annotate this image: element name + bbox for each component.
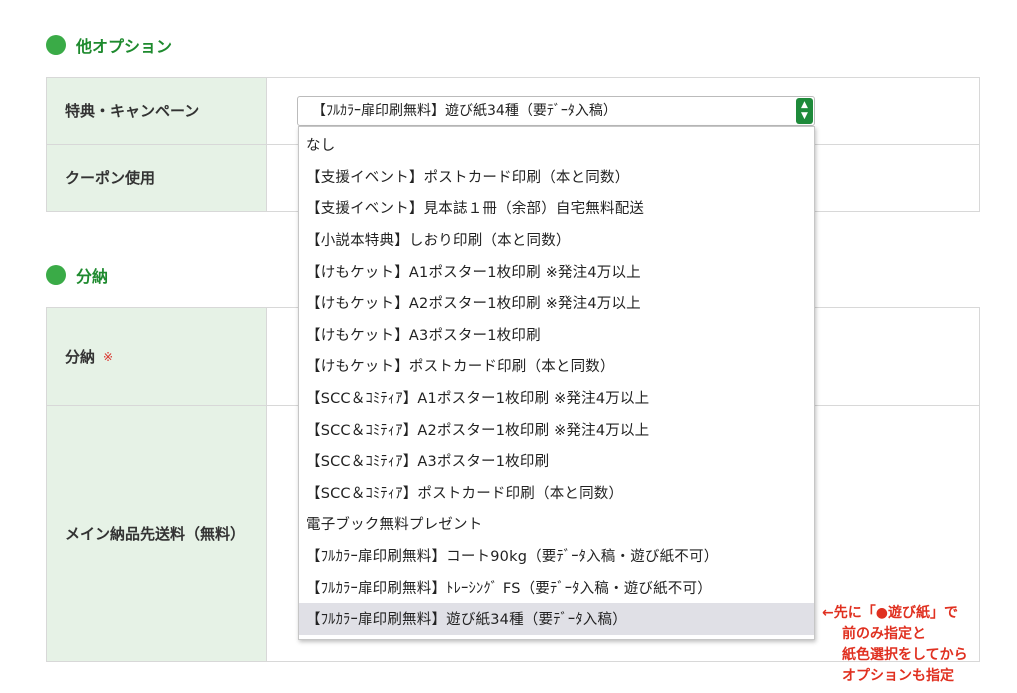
dropdown-option[interactable]: 【SCC＆ｺﾐﾃｨｱ】A2ポスター1枚印刷 ※発注4万以上 [299, 413, 814, 445]
dropdown-option[interactable]: 【けもケット】A2ポスター1枚印刷 ※発注4万以上 [299, 287, 814, 319]
campaign-select[interactable]: 【ﾌﾙｶﾗｰ扉印刷無料】遊び紙34種（要ﾃﾞｰﾀ入稿） ▲ ▼ [297, 96, 815, 126]
installment-label-text: 分納 [65, 347, 96, 366]
dropdown-option[interactable]: 電子ブック無料プレゼント [299, 508, 814, 540]
chevron-up-down-icon[interactable]: ▲ ▼ [796, 98, 813, 124]
dropdown-option[interactable]: 【支援イベント】見本誌１冊（余部）自宅無料配送 [299, 192, 814, 224]
required-mark: ※ [103, 349, 114, 364]
dropdown-option[interactable]: 【SCC＆ｺﾐﾃｨｱ】A1ポスター1枚印刷 ※発注4万以上 [299, 382, 814, 414]
annotation-note: ←先に「●遊び紙」で 前のみ指定と 紙色選択をしてから オプションも指定 [822, 603, 1017, 687]
annotation-line: 紙色選択をしてから [842, 647, 968, 663]
dropdown-option[interactable]: 【SCC＆ｺﾐﾃｨｱ】ポストカード印刷（本と同数） [299, 477, 814, 509]
campaign-dropdown-list: なし 【支援イベント】ポストカード印刷（本と同数） 【支援イベント】見本誌１冊（余部… [298, 126, 815, 640]
section-title: 分納 [76, 267, 109, 286]
dropdown-option[interactable]: 【ﾌﾙｶﾗｰ扉印刷無料】遊び紙34種（要ﾃﾞｰﾀ入稿） [299, 602, 814, 635]
dropdown-option[interactable]: 【支援イベント】ポストカード印刷（本と同数） [299, 161, 814, 193]
section-heading-installment: 分納 [46, 263, 108, 287]
section-title: 他オプション [76, 37, 173, 56]
dropdown-option[interactable]: 【ﾌﾙｶﾗｰ扉印刷無料】コート90kg（要ﾃﾞｰﾀ入稿・遊び紙不可） [299, 540, 814, 572]
installment-label: 分納 ※ [47, 308, 267, 405]
annotation-line: ←先に「●遊び紙」で [822, 605, 958, 621]
annotation-line: 前のみ指定と [842, 626, 926, 642]
annotation-line: オプションも指定 [842, 668, 954, 684]
green-bullet-icon [46, 35, 66, 55]
dropdown-option[interactable]: 【SCC＆ｺﾐﾃｨｱ】A3ポスター1枚印刷 [299, 445, 814, 477]
dropdown-option[interactable]: なし [299, 129, 814, 161]
dropdown-option[interactable]: 【けもケット】ポストカード印刷（本と同数） [299, 350, 814, 382]
dropdown-option[interactable]: 【けもケット】A1ポスター1枚印刷 ※発注4万以上 [299, 255, 814, 287]
dropdown-option[interactable]: 【小説本特典】しおり印刷（本と同数） [299, 224, 814, 256]
green-bullet-icon [46, 265, 66, 285]
section-heading-other-options: 他オプション [46, 33, 172, 57]
campaign-select-value: 【ﾌﾙｶﾗｰ扉印刷無料】遊び紙34種（要ﾃﾞｰﾀ入稿） [312, 103, 617, 119]
main-shipping-label: メイン納品先送料（無料） [47, 406, 267, 661]
dropdown-option[interactable]: 【ﾌﾙｶﾗｰ扉印刷無料】ﾄﾚｰｼﾝｸﾞ FS（要ﾃﾞｰﾀ入稿・遊び紙不可） [299, 571, 814, 603]
dropdown-option[interactable]: 【けもケット】A3ポスター1枚印刷 [299, 319, 814, 351]
campaign-label: 特典・キャンペーン [47, 78, 267, 144]
coupon-label: クーポン使用 [47, 145, 267, 211]
